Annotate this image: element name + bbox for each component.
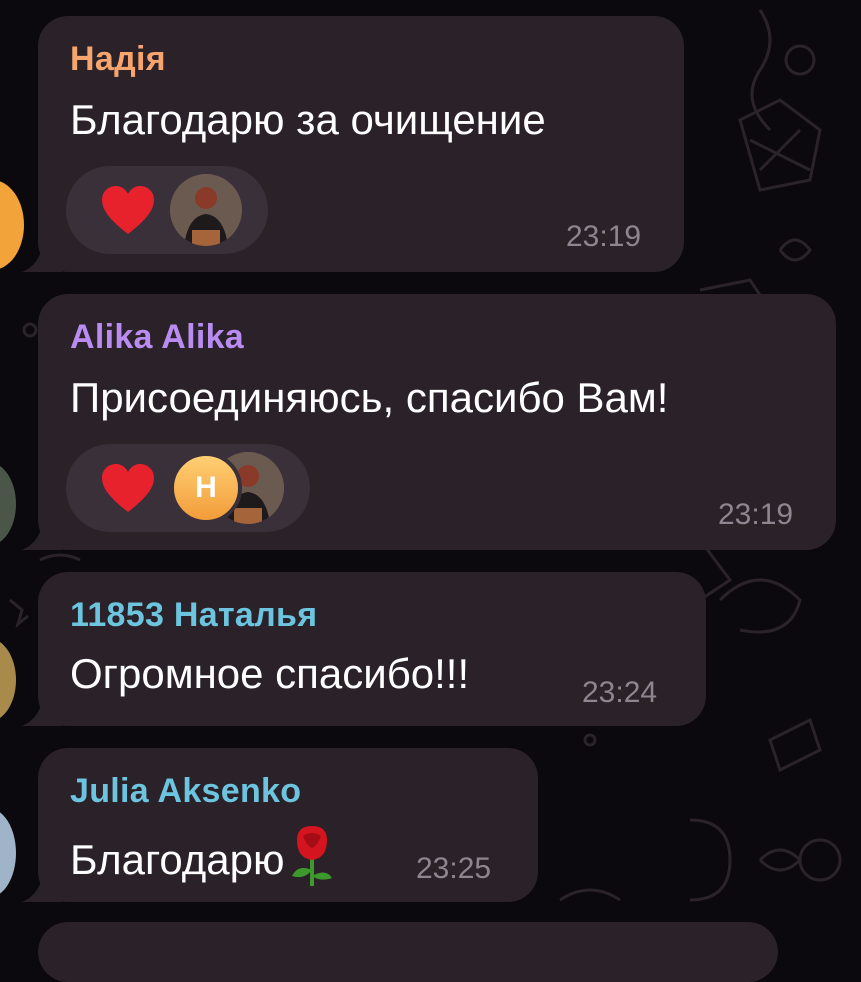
reaction-pill[interactable]: Н [66, 444, 310, 532]
reaction-pill[interactable] [66, 166, 268, 254]
reaction-user-avatar: Н [170, 452, 242, 524]
message-time: 23:25 [416, 852, 492, 885]
heart-icon [102, 186, 154, 234]
heart-icon [102, 464, 154, 512]
message-bubble[interactable] [38, 922, 778, 982]
bubble-tail [22, 866, 62, 902]
rose-icon [291, 826, 332, 886]
message-text-content: Благодарю [70, 836, 285, 883]
message-time: 23:19 [718, 498, 794, 531]
sender-name[interactable]: Alika Alika [70, 318, 244, 357]
sender-name[interactable]: 11853 Наталья [70, 596, 317, 635]
message-time: 23:19 [566, 220, 642, 253]
message-bubble[interactable]: 11853 Наталья Огромное спасибо!!! 23:24 [22, 572, 706, 726]
reaction-user-avatar [170, 174, 242, 246]
sender-name[interactable]: Надія [70, 40, 166, 79]
message-bubble[interactable]: Alika Alika Присоединяюсь, спасибо Вам! … [22, 294, 836, 550]
message-text: Благодарю за очищение [70, 96, 546, 143]
message-bubble[interactable]: Julia Aksenko Благодарю 23:25 [22, 748, 538, 902]
bubble-tail [22, 236, 62, 272]
bubble-tail [22, 690, 62, 726]
message-text: Присоединяюсь, спасибо Вам! [70, 374, 669, 421]
message-bubble[interactable]: Надія Благодарю за очищение 23:19 [22, 16, 684, 272]
message-text: Благодарю [70, 826, 337, 888]
message-time: 23:24 [582, 676, 658, 709]
bubble-tail [22, 514, 62, 550]
message-text: Огромное спасибо!!! [70, 650, 470, 697]
sender-name[interactable]: Julia Aksenko [70, 772, 301, 811]
